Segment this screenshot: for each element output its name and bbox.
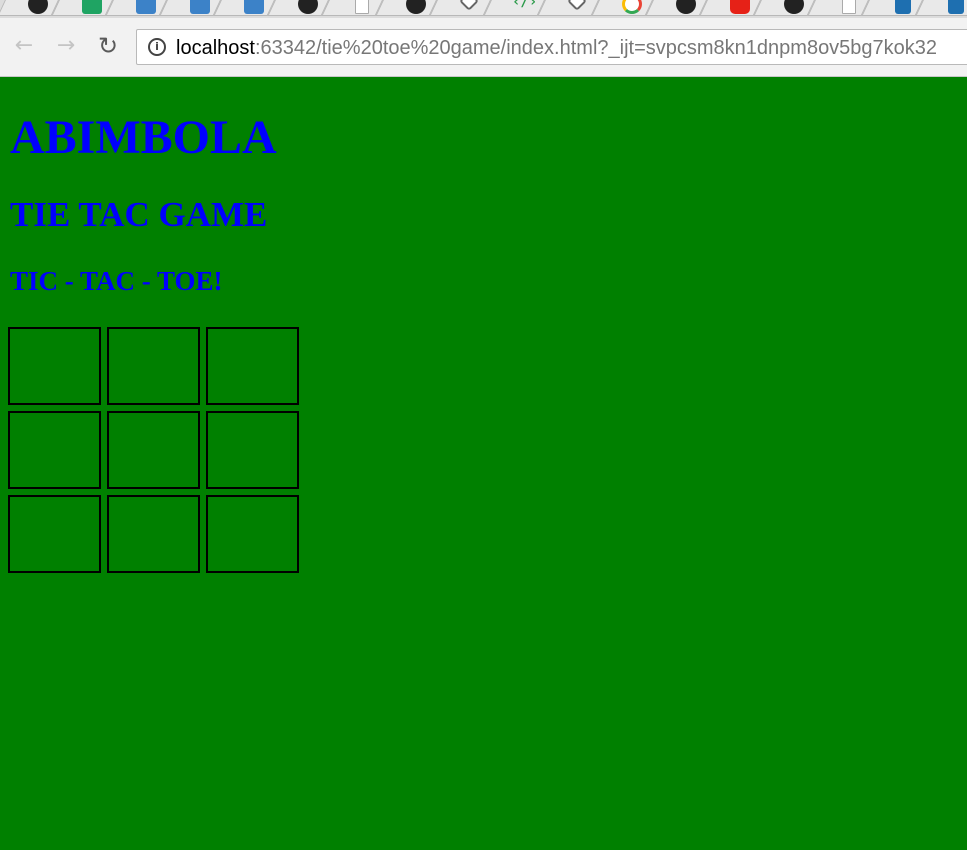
info-icon[interactable]: i xyxy=(148,38,166,56)
document-icon xyxy=(355,0,369,14)
url-text[interactable]: localhost:63342/tie%20toe%20game/index.h… xyxy=(176,36,937,60)
youtube-icon xyxy=(730,0,750,14)
game-heading: TIC - TAC - TOE! xyxy=(10,266,223,296)
code-icon: ‹/› xyxy=(512,0,538,10)
board-cell[interactable] xyxy=(206,495,299,573)
forward-button[interactable]: → xyxy=(52,32,80,60)
board-cell[interactable] xyxy=(8,495,101,573)
tab-strip: ‹/› xyxy=(0,0,967,18)
page-title: ABIMBOLA xyxy=(10,111,277,164)
codex-icon xyxy=(244,0,264,14)
browser-chrome: ‹/› ← → ↻ i localhost:63342/tie%20toe%20… xyxy=(0,0,967,77)
board-cell[interactable] xyxy=(107,495,200,573)
ide-icon xyxy=(895,0,911,14)
board-cell[interactable] xyxy=(8,327,101,405)
game-subtitle: TIE TAC GAME xyxy=(10,195,268,234)
address-bar[interactable]: i localhost:63342/tie%20toe%20game/index… xyxy=(136,29,967,65)
board-cell[interactable] xyxy=(8,411,101,489)
browser-toolbar: ← → ↻ i localhost:63342/tie%20toe%20game… xyxy=(0,18,967,76)
url-path: :63342/tie%20toe%20game/index.html?_ijt=… xyxy=(254,37,938,59)
codex-icon xyxy=(136,0,156,14)
document-icon xyxy=(842,0,856,14)
sheets-icon xyxy=(82,0,102,14)
board-cell[interactable] xyxy=(206,327,299,405)
url-host: localhost xyxy=(176,37,255,59)
board-cell[interactable] xyxy=(107,327,200,405)
board-cell[interactable] xyxy=(107,411,200,489)
game-board xyxy=(8,327,302,574)
back-button[interactable]: ← xyxy=(10,32,38,60)
codex-icon xyxy=(190,0,210,14)
board-cell[interactable] xyxy=(206,411,299,489)
reload-button[interactable]: ↻ xyxy=(94,32,122,60)
ide-icon xyxy=(948,0,964,14)
page-content: ABIMBOLA TIE TAC GAME TIC - TAC - TOE! xyxy=(0,77,967,850)
